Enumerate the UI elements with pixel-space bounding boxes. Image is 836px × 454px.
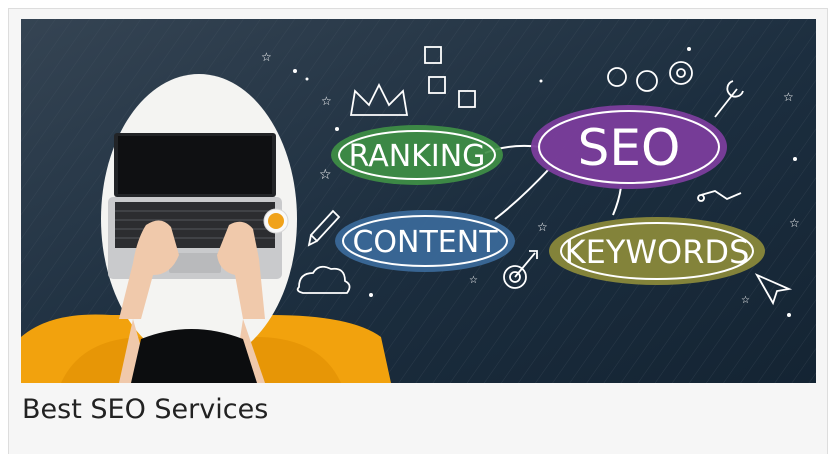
svg-text:☆: ☆	[789, 216, 800, 230]
ranking-label: RANKING	[349, 139, 486, 174]
content-label: CONTENT	[352, 225, 498, 260]
svg-text:☆: ☆	[321, 94, 332, 108]
coffee-cup	[263, 208, 289, 234]
keywords-label: KEYWORDS	[565, 233, 750, 271]
svg-text:☆: ☆	[261, 50, 272, 64]
ranking-bubble: RANKING	[331, 125, 503, 185]
svg-text:☆: ☆	[319, 167, 332, 183]
keywords-bubble: KEYWORDS	[549, 217, 765, 285]
seo-hero-image: RANKING CONTENT SEO KEYWORDS ☆ ☆ ☆ ☆ ☆ ☆…	[21, 19, 816, 383]
svg-text:☆: ☆	[741, 295, 750, 306]
content-bubble: CONTENT	[335, 210, 515, 272]
card-title[interactable]: Best SEO Services	[22, 392, 268, 428]
svg-text:☆: ☆	[469, 275, 478, 286]
seo-services-card[interactable]: RANKING CONTENT SEO KEYWORDS ☆ ☆ ☆ ☆ ☆ ☆…	[8, 8, 828, 454]
svg-text:☆: ☆	[537, 220, 548, 234]
svg-text:☆: ☆	[783, 90, 794, 104]
seo-bubble: SEO	[531, 105, 727, 189]
seo-label: SEO	[578, 119, 681, 177]
